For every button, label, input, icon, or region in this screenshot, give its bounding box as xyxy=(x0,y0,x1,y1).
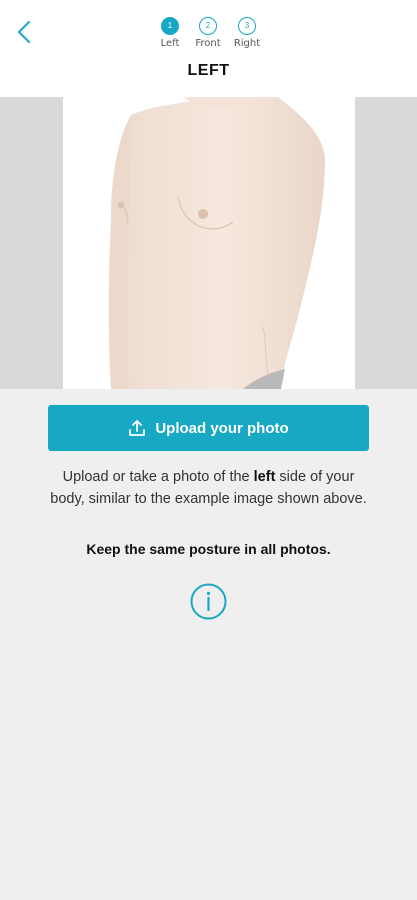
upload-button-label: Upload your photo xyxy=(155,419,289,437)
instructions-prefix: Upload or take a photo of the xyxy=(62,469,254,485)
step-number: 1 xyxy=(161,17,179,35)
instructions-emphasis: left xyxy=(253,469,276,485)
page-title: LEFT xyxy=(187,62,230,79)
posture-note: Keep the same posture in all photos. xyxy=(86,541,331,557)
body-silhouette xyxy=(108,97,325,389)
step-label: Front xyxy=(195,38,221,49)
header: 1 Left 2 Front 3 Right LEFT xyxy=(0,0,417,97)
upload-photo-button[interactable]: Upload your photo xyxy=(48,405,369,451)
back-button[interactable] xyxy=(8,16,40,48)
info-button[interactable] xyxy=(190,583,227,620)
example-image xyxy=(63,97,355,389)
step-number: 2 xyxy=(199,17,217,35)
example-photo-area xyxy=(0,97,417,389)
step-front[interactable]: 2 Front xyxy=(188,17,228,49)
step-label: Right xyxy=(233,38,261,49)
upload-icon xyxy=(129,420,146,436)
info-icon xyxy=(190,583,227,620)
step-left[interactable]: 1 Left xyxy=(150,17,190,49)
step-label: Left xyxy=(160,38,180,49)
step-right[interactable]: 3 Right xyxy=(227,17,267,49)
step-indicator: 1 Left 2 Front 3 Right xyxy=(150,17,267,57)
step-number: 3 xyxy=(238,17,256,35)
instructions-text: Upload or take a photo of the left side … xyxy=(48,466,369,510)
chevron-left-icon xyxy=(18,21,30,43)
